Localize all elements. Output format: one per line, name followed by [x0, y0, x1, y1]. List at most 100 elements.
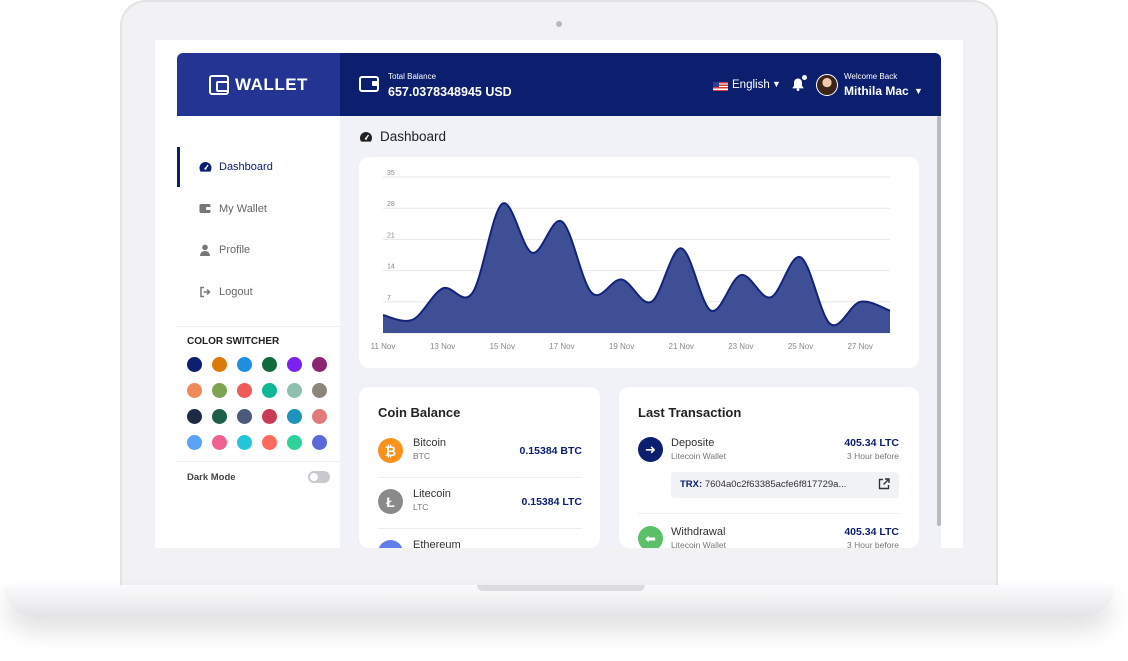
coin-name: Bitcoin	[413, 437, 447, 449]
y-tick-label: 35	[387, 170, 395, 177]
transaction-wallet: Litecoin Wallet	[671, 451, 726, 461]
bell-icon[interactable]	[792, 78, 804, 91]
wallet-icon	[359, 76, 379, 92]
x-tick-label: 11 Nov	[371, 342, 396, 351]
color-swatch[interactable]	[237, 409, 252, 424]
x-tick-label: 13 Nov	[430, 342, 455, 351]
dashboard-icon	[360, 131, 372, 142]
main-content: Dashboard 071421283511 Nov13 Nov15 Nov17…	[340, 116, 941, 548]
transaction-type: Deposite	[671, 437, 715, 449]
camera-icon	[556, 21, 562, 27]
transaction-amount: 405.34 LTC	[844, 437, 899, 449]
color-swatch[interactable]	[262, 383, 277, 398]
coin-name: Ethereum	[413, 539, 461, 548]
area-chart: 071421283511 Nov13 Nov15 Nov17 Nov19 Nov…	[371, 170, 891, 351]
trx-label: TRX:	[680, 479, 703, 490]
transaction-row[interactable]: ➜ Deposite Litecoin Wallet 405.34 LTC 3 …	[638, 437, 899, 512]
avatar[interactable]	[816, 74, 838, 96]
color-swatch[interactable]	[312, 435, 327, 450]
laptop-notch	[477, 585, 645, 591]
laptop-screen: WALLET Total Balance 657.0378348945 USD …	[155, 40, 963, 548]
language-selector[interactable]: English	[732, 79, 770, 91]
wallet-app: WALLET Total Balance 657.0378348945 USD …	[177, 53, 941, 548]
color-switcher-title: COLOR SWITCHER	[187, 336, 280, 347]
sidebar-item-profile[interactable]: Profile	[177, 230, 340, 270]
color-swatch[interactable]	[312, 357, 327, 372]
x-tick-label: 25 Nov	[788, 342, 813, 351]
dashboard-icon	[199, 161, 212, 173]
color-swatch[interactable]	[187, 383, 202, 398]
coin-balance-card: Coin Balance ₿ Bitcoin BTC 0.15384 BTC Ł…	[359, 387, 600, 548]
y-tick-label: 14	[387, 264, 395, 271]
sidebar-divider	[177, 326, 340, 327]
x-tick-label: 19 Nov	[609, 342, 634, 351]
page-title: Dashboard	[359, 129, 446, 144]
transaction-hash[interactable]: TRX: 7604a0c2f63385acfe6f817729a...	[671, 472, 899, 498]
coin-balance: 0.15384 LTC	[521, 496, 582, 508]
coin-balance-title: Coin Balance	[378, 405, 461, 420]
color-swatch[interactable]	[237, 435, 252, 450]
color-swatch[interactable]	[262, 435, 277, 450]
arrow-right-icon: ➜	[638, 437, 663, 462]
y-tick-label: 21	[387, 232, 395, 239]
coin-symbol: LTC	[413, 502, 429, 512]
color-swatch[interactable]	[237, 357, 252, 372]
logout-icon	[199, 286, 211, 298]
color-swatch[interactable]	[237, 383, 252, 398]
dark-mode-label: Dark Mode	[187, 472, 236, 483]
color-swatch[interactable]	[212, 409, 227, 424]
transaction-wallet: Litecoin Wallet	[671, 540, 726, 548]
color-swatch[interactable]	[187, 357, 202, 372]
sidebar-item-my-wallet[interactable]: My Wallet	[177, 189, 340, 229]
sidebar: Dashboard My Wallet Profile Logout COLOR…	[177, 116, 340, 548]
external-link-icon[interactable]	[878, 478, 890, 490]
color-swatch[interactable]	[262, 409, 277, 424]
transaction-time: 3 Hour before	[847, 540, 899, 548]
transaction-row[interactable]: ⬅ Withdrawal Litecoin Wallet 405.34 LTC …	[638, 526, 899, 548]
dark-mode-toggle[interactable]	[308, 471, 330, 483]
coin-balance: 0.15384 BTC	[519, 445, 582, 457]
color-swatch[interactable]	[212, 435, 227, 450]
total-balance-value: 657.0378348945 USD	[388, 85, 512, 99]
color-swatch[interactable]	[212, 383, 227, 398]
x-tick-label: 21 Nov	[669, 342, 694, 351]
color-swatch-grid	[187, 357, 337, 450]
coin-row-litecoin[interactable]: Ł Litecoin LTC 0.15384 LTC	[378, 478, 582, 529]
color-swatch[interactable]	[187, 409, 202, 424]
sidebar-item-label: Profile	[219, 244, 251, 256]
brand-name: WALLET	[235, 74, 308, 94]
user-icon	[199, 244, 211, 256]
row-divider	[638, 513, 899, 514]
color-swatch[interactable]	[287, 383, 302, 398]
color-swatch[interactable]	[262, 357, 277, 372]
litecoin-icon: Ł	[378, 489, 403, 514]
sidebar-item-dashboard[interactable]: Dashboard	[177, 147, 340, 187]
color-swatch[interactable]	[312, 409, 327, 424]
color-swatch[interactable]	[212, 357, 227, 372]
laptop-mockup: WALLET Total Balance 657.0378348945 USD …	[0, 0, 1128, 661]
color-swatch[interactable]	[187, 435, 202, 450]
transaction-time: 3 Hour before	[847, 451, 899, 461]
wallet-icon	[199, 203, 211, 215]
scrollbar[interactable]	[937, 116, 941, 526]
coin-row-bitcoin[interactable]: ₿ Bitcoin BTC 0.15384 BTC	[378, 427, 582, 478]
bitcoin-icon: ₿	[378, 438, 403, 463]
y-tick-label: 28	[387, 201, 395, 208]
user-name[interactable]: Mithila Mac	[844, 84, 909, 98]
total-balance-label: Total Balance	[388, 72, 437, 81]
x-tick-label: 15 Nov	[490, 342, 515, 351]
y-tick-label: 7	[387, 295, 391, 302]
notification-dot	[802, 75, 807, 80]
caret-down-icon[interactable]: ▼	[772, 79, 781, 89]
wallet-logo-icon	[209, 74, 230, 95]
brand-logo-area[interactable]: WALLET	[177, 53, 340, 116]
color-swatch[interactable]	[287, 357, 302, 372]
color-swatch[interactable]	[312, 383, 327, 398]
sidebar-item-logout[interactable]: Logout	[177, 272, 340, 312]
chevron-down-icon[interactable]: ▼	[914, 86, 923, 96]
coin-row-ethereum[interactable]: ◆ Ethereum	[378, 529, 582, 548]
welcome-label: Welcome Back	[844, 72, 898, 81]
color-swatch[interactable]	[287, 435, 302, 450]
color-swatch[interactable]	[287, 409, 302, 424]
ethereum-icon: ◆	[378, 540, 403, 548]
